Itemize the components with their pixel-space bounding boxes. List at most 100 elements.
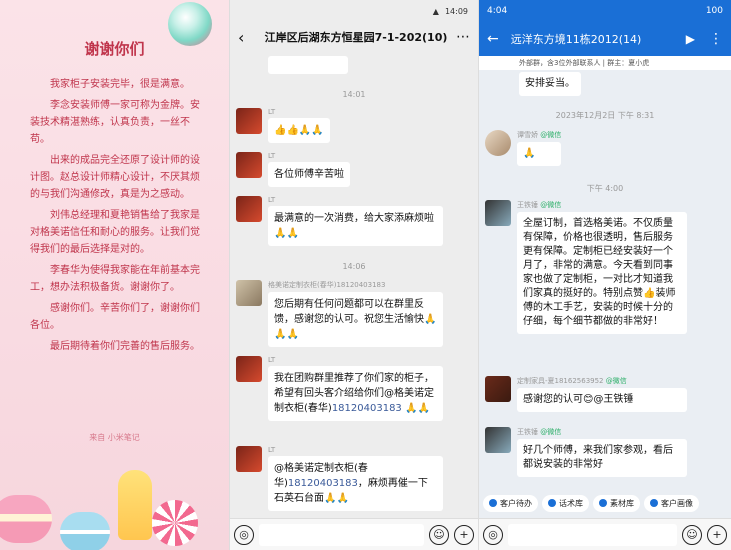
message-bubble[interactable]: @格美诺定制衣柜(春华)18120403183，麻烦再催一下石英石台面🙏🙏 bbox=[268, 456, 443, 511]
sender-name: LT bbox=[268, 446, 276, 454]
message-input[interactable] bbox=[259, 523, 424, 546]
avatar[interactable] bbox=[236, 152, 262, 178]
phone-link[interactable]: 18120403183 bbox=[288, 478, 358, 489]
note-source: 来自 小米笔记 bbox=[89, 433, 140, 442]
avatar[interactable] bbox=[485, 427, 511, 453]
battery-level: 100 bbox=[705, 6, 723, 16]
message-bubble[interactable]: 好几个师傅，来我们家参观，看后都说安装的非常好 bbox=[517, 439, 687, 477]
input-bar: ◎ ☺ + bbox=[479, 518, 731, 550]
sender-label: 王铁锤 bbox=[517, 201, 538, 209]
message-bubble[interactable]: 各位师傅辛苦啦 bbox=[268, 162, 350, 187]
plus-icon[interactable]: + bbox=[707, 524, 727, 545]
avatar[interactable] bbox=[485, 376, 511, 402]
status-time: 4:04 bbox=[487, 6, 508, 16]
wework-panel: 4:04 100 ← 远洋东方境11栋2012(14) ▶ ⋮ 外部群，含3位外… bbox=[478, 0, 731, 550]
voice-icon[interactable]: ◎ bbox=[483, 524, 503, 545]
chat-header: ← 远洋东方境11栋2012(14) ▶ ⋮ bbox=[479, 22, 731, 56]
avatar[interactable] bbox=[485, 130, 511, 156]
note-panel: 谢谢你们 我家柜子安装完毕，很是满意。 李念安装师傅一家可称为金牌。安装技术精湛… bbox=[0, 0, 229, 550]
note-paragraph: 我家柜子安装完毕，很是满意。 bbox=[50, 79, 190, 90]
message-bubble[interactable]: 安排妥当。 bbox=[519, 72, 581, 96]
status-bar: ▲ 14:09 bbox=[230, 0, 478, 22]
note-paragraph: 李春华为使得我家能在年前基本完工，想办法积极备货。谢谢你了。 bbox=[30, 265, 200, 293]
group-subtitle: 外部群，含3位外部联系人 | 群主：夏小虎 bbox=[479, 56, 731, 70]
wechat-tag: @微信 bbox=[605, 377, 627, 385]
sender-name: LT bbox=[268, 152, 276, 160]
quick-label: 客户待办 bbox=[500, 498, 532, 508]
wechat-tag: @微信 bbox=[540, 131, 562, 139]
more-icon[interactable]: ⋯ bbox=[450, 29, 470, 45]
macaron-decoration bbox=[0, 495, 52, 543]
avatar[interactable] bbox=[236, 446, 262, 472]
note-paragraph: 李念安装师傅一家可称为金牌。安装技术精湛熟练，认真负责，一丝不苟。 bbox=[30, 100, 200, 145]
customer-profile-icon bbox=[650, 499, 658, 507]
quick-label: 客户画像 bbox=[661, 498, 693, 508]
sender-name: 王铁锤 @微信 bbox=[517, 427, 687, 437]
avatar[interactable] bbox=[236, 196, 262, 222]
wechat-panel: ▲ 14:09 ‹ 江岸区后湖东方恒星园7-1-202(10) ⋯ 14:01 … bbox=[229, 0, 478, 550]
note-paragraph: 刘伟总经理和夏艳销售给了我家是对格美诺信任和耐心的服务。让我们觉得我们的最后选择… bbox=[30, 210, 200, 255]
message-text: 🙏🙏 bbox=[401, 403, 430, 414]
image-message[interactable] bbox=[268, 56, 348, 74]
sender-label: 王铁锤 bbox=[517, 428, 538, 436]
back-icon[interactable]: ← bbox=[487, 31, 499, 47]
sender-name: 格美诺定制衣柜(春华)18120403183 bbox=[268, 281, 386, 289]
scripts-icon bbox=[548, 499, 556, 507]
video-call-icon[interactable]: ▶ bbox=[686, 32, 695, 46]
quick-materials[interactable]: 素材库 bbox=[593, 494, 640, 512]
chat-message: 定制家具-夏18162563952 @微信 感谢您的认可😊@王铁锤 bbox=[485, 376, 687, 412]
sender-label: 谭雪娇 bbox=[517, 131, 538, 139]
input-bar: ◎ ☺ + bbox=[230, 518, 478, 550]
popsicle-decoration bbox=[118, 470, 152, 540]
chat-title: 江岸区后湖东方恒星园7-1-202(10) bbox=[264, 31, 448, 44]
materials-icon bbox=[599, 499, 607, 507]
message-bubble[interactable]: 感谢您的认可😊@王铁锤 bbox=[517, 388, 687, 412]
timestamp: 14:06 bbox=[342, 262, 366, 271]
status-time: 14:09 bbox=[444, 6, 468, 16]
more-icon[interactable]: ⋮ bbox=[709, 31, 723, 47]
sender-name: LT bbox=[268, 108, 276, 116]
message-bubble[interactable]: 🙏 bbox=[517, 142, 562, 166]
quick-customer-profile[interactable]: 客户画像 bbox=[644, 494, 699, 512]
chat-title: 远洋东方境11栋2012(14) bbox=[510, 33, 642, 46]
avatar[interactable] bbox=[236, 356, 262, 382]
macaron-decoration bbox=[60, 512, 110, 550]
message-input[interactable] bbox=[508, 523, 677, 546]
sender-name: 王铁锤 @微信 bbox=[517, 200, 687, 210]
lollipop-decoration bbox=[152, 500, 198, 546]
chat-message: LT 最满意的一次消费，给大家添麻烦啦🙏🙏 bbox=[236, 196, 443, 246]
voice-icon[interactable]: ◎ bbox=[234, 524, 254, 545]
back-icon[interactable]: ‹ bbox=[238, 28, 262, 47]
plus-icon[interactable]: + bbox=[454, 524, 474, 545]
chat-message: LT 各位师傅辛苦啦 bbox=[236, 152, 350, 187]
chat-message: 格美诺定制衣柜(春华)18120403183 您后期有任何问题都可以在群里反馈，… bbox=[236, 280, 443, 347]
quick-actions: 客户待办 话术库 素材库 客户画像 bbox=[479, 490, 731, 516]
note-body: 我家柜子安装完毕，很是满意。 李念安装师傅一家可称为金牌。安装技术精湛熟练，认真… bbox=[30, 76, 202, 359]
message-bubble[interactable]: 全屋订制，首选格美诺。不仅质量有保障，价格也很透明，售后服务更有保障。定制柜已经… bbox=[517, 212, 687, 334]
chat-message: 王铁锤 @微信 好几个师傅，来我们家参观，看后都说安装的非常好 bbox=[485, 427, 687, 477]
emoji-icon[interactable]: ☺ bbox=[429, 524, 449, 545]
note-title: 谢谢你们 bbox=[84, 40, 145, 58]
quick-scripts[interactable]: 话术库 bbox=[542, 494, 589, 512]
wifi-icon: ▲ bbox=[432, 6, 439, 16]
message-bubble[interactable]: 您后期有任何问题都可以在群里反馈，感谢您的认可。祝您生活愉快🙏🙏🙏 bbox=[268, 292, 443, 347]
sender-name: LT bbox=[268, 356, 276, 364]
chat-message: 谭雪娇 @微信 🙏 bbox=[485, 130, 562, 166]
note-paragraph: 出来的成品完全还原了设计师的设计图。赵总设计师精心设计，不厌其烦的与我们沟通修改… bbox=[30, 155, 200, 200]
avatar[interactable] bbox=[236, 280, 262, 306]
chat-header: ‹ 江岸区后湖东方恒星园7-1-202(10) ⋯ bbox=[230, 22, 478, 52]
status-bar: 4:04 100 bbox=[479, 0, 731, 22]
note-paragraph: 最后期待着你们完善的售后服务。 bbox=[50, 341, 200, 352]
avatar[interactable] bbox=[236, 108, 262, 134]
timestamp: 2023年12月2日 下午 8:31 bbox=[555, 111, 655, 120]
avatar[interactable] bbox=[485, 200, 511, 226]
phone-link[interactable]: 18120403183 bbox=[332, 403, 402, 414]
quick-customer-todo[interactable]: 客户待办 bbox=[483, 494, 538, 512]
emoji-icon[interactable]: ☺ bbox=[682, 524, 702, 545]
quick-label: 素材库 bbox=[610, 498, 634, 508]
message-bubble[interactable]: 我在团购群里推荐了你们家的柜子，希望有回头客介绍给你们@格美诺定制衣柜(春华)1… bbox=[268, 366, 443, 421]
message-bubble[interactable]: 👍👍🙏🙏 bbox=[268, 118, 330, 143]
message-bubble[interactable]: 最满意的一次消费，给大家添麻烦啦🙏🙏 bbox=[268, 206, 443, 246]
sender-name: 谭雪娇 @微信 bbox=[517, 130, 561, 140]
chat-message: 王铁锤 @微信 全屋订制，首选格美诺。不仅质量有保障，价格也很透明，售后服务更有… bbox=[485, 200, 687, 334]
